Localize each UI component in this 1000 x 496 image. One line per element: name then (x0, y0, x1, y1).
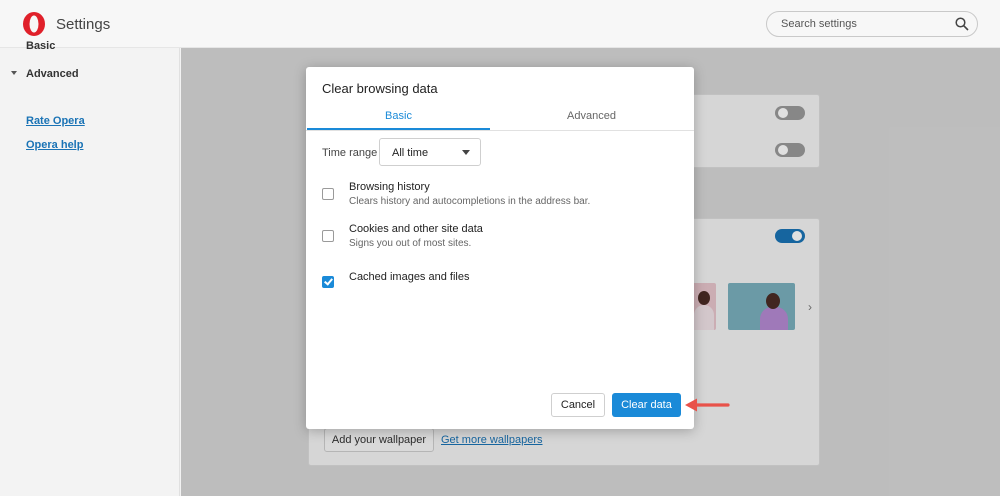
time-range-label: Time range (322, 147, 378, 159)
annotation-arrow-icon (685, 398, 730, 412)
checkmark-icon (324, 276, 333, 286)
search-placeholder: Search settings (781, 18, 857, 30)
cookies-checkbox[interactable] (322, 230, 334, 242)
time-range-select[interactable]: All time (379, 138, 481, 166)
option-title: Cookies and other site data (349, 223, 483, 235)
header-bar: Settings Search settings (0, 0, 1000, 48)
sidebar-item-advanced[interactable]: Advanced (26, 68, 79, 80)
rate-opera-link[interactable]: Rate Opera (26, 115, 85, 127)
opera-help-link[interactable]: Opera help (26, 139, 83, 151)
option-description: Clears history and autocompletions in th… (349, 196, 591, 207)
cached-images-checkbox[interactable] (322, 276, 334, 288)
dialog-tabs: Basic Advanced (306, 105, 694, 131)
clear-data-button[interactable]: Clear data (612, 393, 681, 417)
time-range-value: All time (392, 147, 429, 159)
chevron-down-icon (11, 71, 17, 75)
opera-logo-icon (23, 12, 45, 36)
option-title: Cached images and files (349, 271, 470, 283)
tab-basic[interactable]: Basic (307, 105, 490, 130)
tab-advanced[interactable]: Advanced (500, 105, 683, 130)
search-input[interactable]: Search settings (766, 11, 978, 37)
dialog-title: Clear browsing data (322, 81, 438, 96)
clear-browsing-data-dialog: Clear browsing data Basic Advanced Time … (306, 67, 694, 429)
browsing-history-checkbox[interactable] (322, 188, 334, 200)
sidebar-item-basic[interactable]: Basic (26, 40, 55, 52)
caret-down-icon (462, 150, 470, 155)
option-description: Signs you out of most sites. (349, 238, 472, 249)
option-title: Browsing history (349, 181, 430, 193)
app-title: Settings (56, 16, 111, 33)
search-icon[interactable] (955, 17, 969, 31)
cancel-button[interactable]: Cancel (551, 393, 605, 417)
